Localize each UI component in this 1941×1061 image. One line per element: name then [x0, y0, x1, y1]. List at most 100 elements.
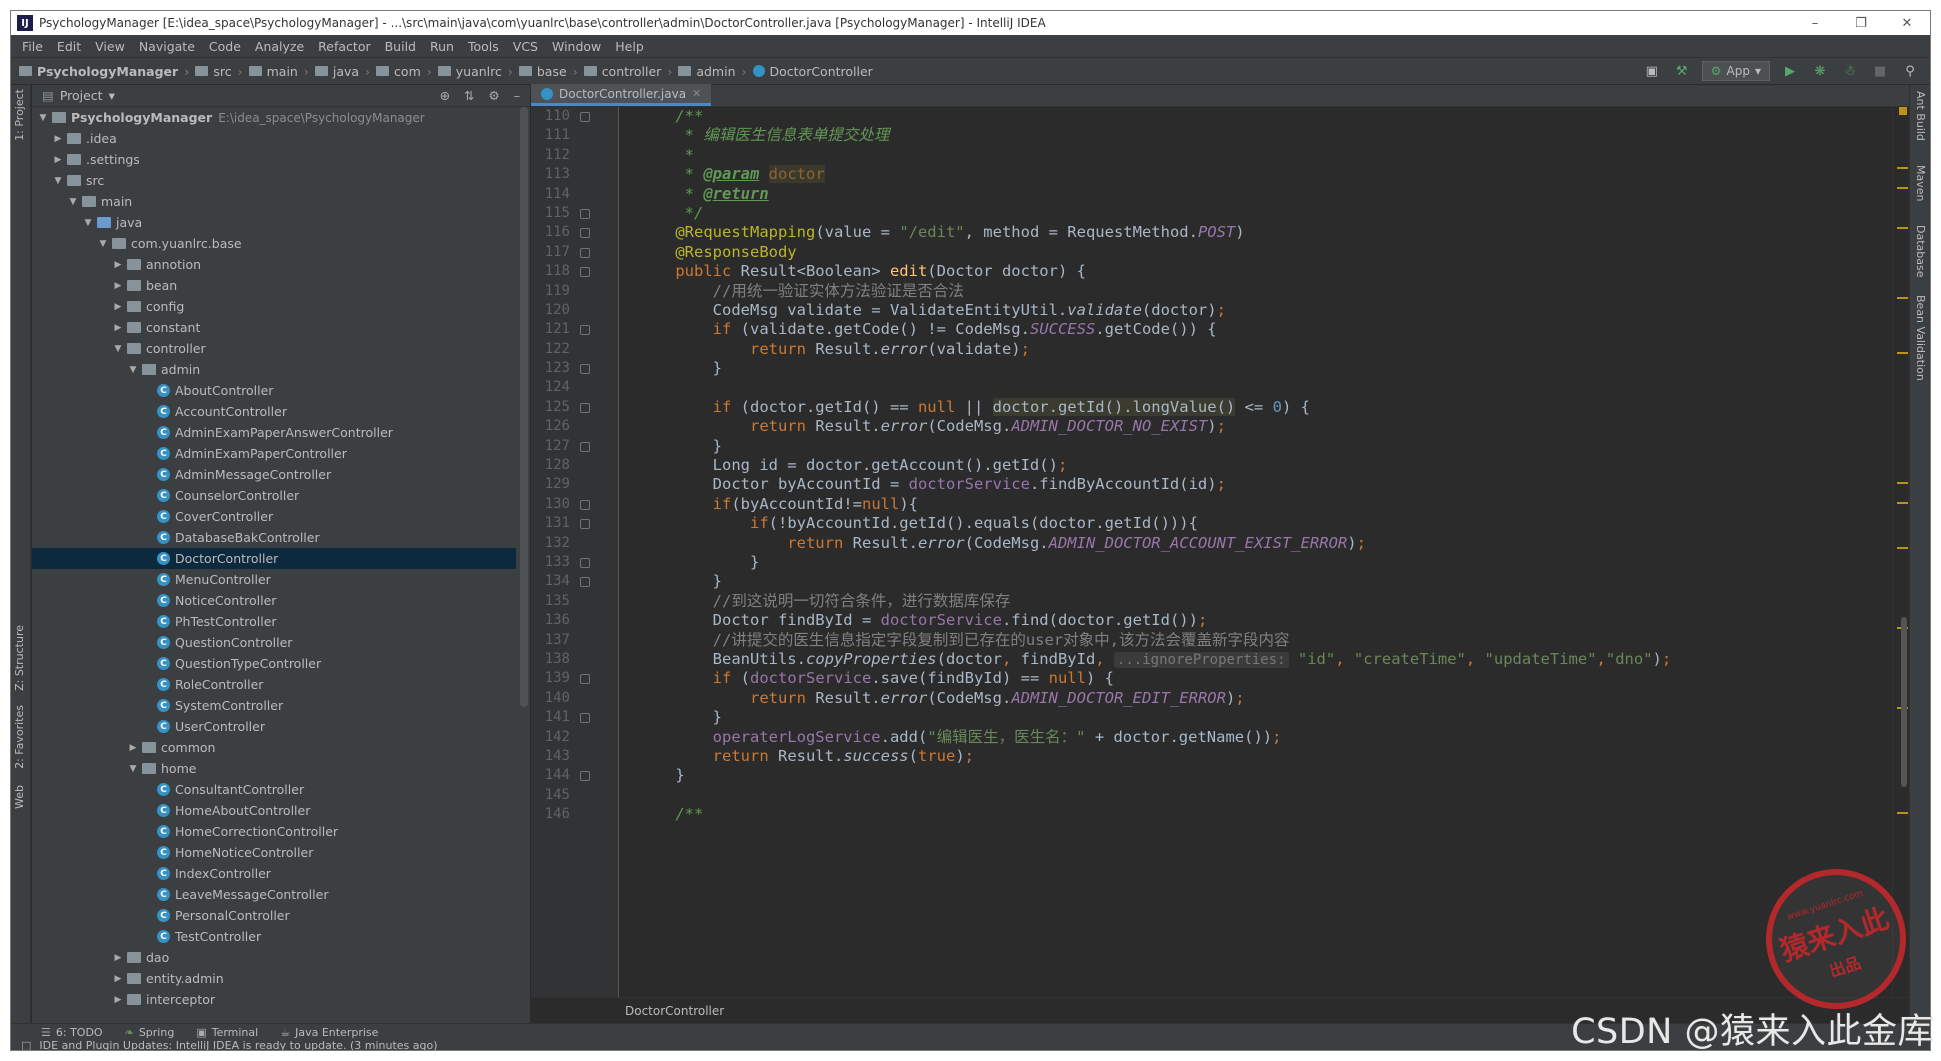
line-number[interactable]: 119 [531, 282, 618, 301]
tree-class-item[interactable]: C DatabaseBakController [32, 527, 516, 548]
menu-build[interactable]: Build [378, 39, 423, 54]
line-number[interactable]: 125 [531, 398, 618, 417]
warning-marker[interactable] [1897, 227, 1908, 229]
tree-class-item[interactable]: C SystemController [32, 695, 516, 716]
tree-class-item[interactable]: C TestController [32, 926, 516, 947]
menu-refactor[interactable]: Refactor [311, 39, 377, 54]
fold-marker-icon[interactable] [580, 713, 590, 724]
tree-class-item[interactable]: C ConsultantController [32, 779, 516, 800]
code-line[interactable]: public Result<Boolean> edit(Doctor docto… [620, 262, 1892, 281]
menu-window[interactable]: Window [545, 39, 608, 54]
code-line[interactable]: Long id = doctor.getAccount().getId(); [620, 456, 1892, 475]
tree-class-item[interactable]: C QuestionController [32, 632, 516, 653]
line-number[interactable]: 124 [531, 378, 618, 397]
run-configuration-select[interactable]: ⚙ App ▾ [1701, 61, 1770, 81]
collapse-all-icon[interactable]: ⇅ [464, 88, 474, 103]
warning-marker[interactable] [1897, 547, 1908, 549]
code-line[interactable]: Doctor findById = doctorService.find(doc… [620, 611, 1892, 630]
fold-marker-icon[interactable] [580, 228, 590, 239]
tree-class-item[interactable]: C AccountController [32, 401, 516, 422]
breadcrumb-item[interactable]: controller › [583, 64, 679, 79]
status-toggle-icon[interactable]: □ [21, 1039, 31, 1050]
warning-marker[interactable] [1897, 482, 1908, 484]
expanded-arrow-icon[interactable]: ▼ [51, 176, 65, 186]
tree-class-item[interactable]: C NoticeController [32, 590, 516, 611]
tab-project[interactable]: 1: Project [13, 89, 26, 141]
fold-marker-icon[interactable] [580, 557, 590, 568]
fold-marker-icon[interactable] [580, 519, 590, 530]
editor-scrollbar[interactable] [1901, 617, 1907, 787]
code-line[interactable]: //讲提交的医生信息指定字段复制到已存在的user对象中,该方法会覆盖新字段内容 [620, 631, 1892, 650]
code-line[interactable]: return Result.error(validate); [620, 340, 1892, 359]
fold-marker-icon[interactable] [580, 674, 590, 685]
line-number[interactable]: 129 [531, 475, 618, 494]
tree-class-item[interactable]: C MenuController [32, 569, 516, 590]
code-line[interactable]: } [620, 553, 1892, 572]
code-line[interactable]: } [620, 359, 1892, 378]
breadcrumb-item[interactable]: yuanlrc › [437, 64, 519, 79]
line-number[interactable]: 133 [531, 553, 618, 572]
tab-doctorcontroller[interactable]: DoctorController.java ✕ [531, 84, 712, 106]
tab-structure[interactable]: Z: Structure [13, 625, 26, 691]
fold-marker-icon[interactable] [580, 441, 590, 452]
inspection-status-icon[interactable] [1899, 107, 1907, 115]
tree-folder-item[interactable]: ▶ constant [32, 317, 516, 338]
fold-marker-icon[interactable] [580, 112, 590, 122]
tree-class-item[interactable]: C AdminExamPaperAnswerController [32, 422, 516, 443]
menu-code[interactable]: Code [202, 39, 248, 54]
line-number[interactable]: 116 [531, 223, 618, 242]
line-number[interactable]: 137 [531, 631, 618, 650]
fold-marker-icon[interactable] [580, 267, 590, 278]
expanded-arrow-icon[interactable]: ▼ [81, 218, 95, 228]
code-line[interactable]: return Result.error(CodeMsg.ADMIN_DOCTOR… [620, 417, 1892, 436]
menu-vcs[interactable]: VCS [506, 39, 545, 54]
line-number[interactable]: 146 [531, 805, 618, 824]
tab-ant-build[interactable]: Ant Build [1914, 91, 1927, 141]
warning-marker[interactable] [1897, 297, 1908, 299]
close-button[interactable]: ✕ [1884, 16, 1930, 31]
collapsed-arrow-icon[interactable]: ▶ [111, 953, 125, 963]
line-number[interactable]: 111 [531, 126, 618, 145]
run-icon[interactable]: ▶ [1780, 61, 1800, 81]
hide-panel-icon[interactable]: – [514, 88, 520, 103]
collapsed-arrow-icon[interactable]: ▶ [111, 323, 125, 333]
tree-class-item[interactable]: C CoverController [32, 506, 516, 527]
line-number[interactable]: 117 [531, 243, 618, 262]
line-number[interactable]: 122 [531, 340, 618, 359]
tree-folder-item[interactable]: ▶ .settings [32, 149, 516, 170]
code-area[interactable]: /** * 编辑医生信息表单提交处理 * * @param doctor * @… [620, 107, 1892, 997]
tree-class-item[interactable]: C QuestionTypeController [32, 653, 516, 674]
code-line[interactable]: BeanUtils.copyProperties(doctor, findByI… [620, 650, 1892, 669]
tab-maven[interactable]: Maven [1914, 165, 1927, 201]
warning-marker[interactable] [1897, 352, 1908, 354]
tree-folder-item[interactable]: ▼ java [32, 212, 516, 233]
code-line[interactable]: if(!byAccountId.getId().equals(doctor.ge… [620, 514, 1892, 533]
code-line[interactable]: /** [620, 107, 1892, 126]
menu-analyze[interactable]: Analyze [248, 39, 311, 54]
minimize-button[interactable]: – [1792, 16, 1838, 31]
tree-folder-item[interactable]: ▼ main [32, 191, 516, 212]
fold-marker-icon[interactable] [580, 771, 590, 782]
tree-folder-item[interactable]: ▶ .idea [32, 128, 516, 149]
collapsed-arrow-icon[interactable]: ▶ [111, 260, 125, 270]
expanded-arrow-icon[interactable]: ▼ [111, 344, 125, 354]
fold-marker-icon[interactable] [580, 499, 590, 510]
code-line[interactable]: * 编辑医生信息表单提交处理 [620, 126, 1892, 145]
code-line[interactable]: Doctor byAccountId = doctorService.findB… [620, 475, 1892, 494]
tree-folder-item[interactable]: ▶ dao [32, 947, 516, 968]
tree-class-item[interactable]: C PersonalController [32, 905, 516, 926]
tree-folder-item[interactable]: ▼ com.yuanlrc.base [32, 233, 516, 254]
tree-class-item[interactable]: C AdminExamPaperController [32, 443, 516, 464]
line-number[interactable]: 134 [531, 572, 618, 591]
code-line[interactable]: return Result.error(CodeMsg.ADMIN_DOCTOR… [620, 534, 1892, 553]
line-number[interactable]: 132 [531, 534, 618, 553]
project-scrollbar[interactable] [520, 107, 528, 707]
status-message[interactable]: □ IDE and Plugin Updates: IntelliJ IDEA … [21, 1039, 438, 1050]
code-line[interactable]: } [620, 572, 1892, 591]
tree-class-item[interactable]: C PhTestController [32, 611, 516, 632]
tree-folder-item[interactable]: ▶ interceptor [32, 989, 516, 1010]
line-number[interactable]: 141 [531, 708, 618, 727]
fold-marker-icon[interactable] [580, 402, 590, 413]
tab-terminal[interactable]: ▣ Terminal [196, 1026, 258, 1039]
code-line[interactable]: if(byAccountId!=null){ [620, 495, 1892, 514]
